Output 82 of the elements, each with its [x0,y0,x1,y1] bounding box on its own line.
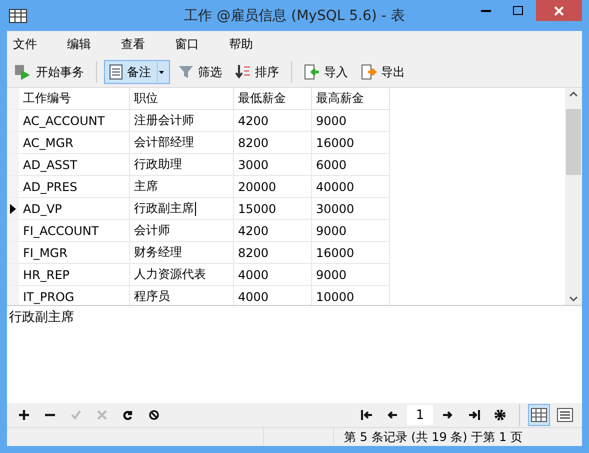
refresh-icon [123,410,133,420]
chevron-down-icon[interactable] [569,296,578,302]
grid-view-button[interactable] [528,404,550,426]
stop-icon [149,410,159,420]
arrow-left-icon [387,410,397,420]
start-transaction-button[interactable]: 开始事务 [9,60,89,84]
first-page-icon [360,410,372,420]
table-cell: 会计部经理 [130,132,234,154]
maximize-icon [513,6,523,15]
minimize-icon [481,10,491,12]
table-cell: 4000 [234,264,312,286]
database-play-icon [14,64,32,80]
table-icon [9,8,27,22]
table-cell: 主席 [130,176,234,198]
table-cell: FI_MGR [19,242,130,264]
scrollbar-thumb[interactable] [566,108,581,174]
row-header[interactable] [7,198,19,220]
table-cell: 6000 [312,154,390,176]
document-icon [109,64,123,80]
table-cell: 财务经理 [130,242,234,264]
filter-button[interactable]: 筛选 [173,60,227,84]
table-cell: 9000 [312,110,390,132]
table-cell: HR_REP [19,264,130,286]
menu-item[interactable]: 编辑 [67,36,91,52]
table-cell: FI_ACCOUNT [19,220,130,242]
menu-item[interactable]: 查看 [121,36,145,52]
table-cell: 9000 [312,264,390,286]
table-cell: 16000 [312,242,390,264]
import-icon [304,64,320,80]
scrollbar[interactable] [565,88,582,305]
last-page-icon [468,410,480,420]
form-list-icon [557,408,573,422]
table-cell: 行政副主席 [130,198,234,220]
sort-button[interactable]: 排序 [230,60,284,84]
page-field[interactable]: 1 [407,405,433,425]
table-cell: 15000 [234,198,312,220]
export-button[interactable]: 导出 [356,60,410,84]
table-cell: 16000 [312,132,390,154]
filter-icon [178,64,194,80]
cross-icon [97,410,107,420]
table-cell: 人力资源代表 [130,264,234,286]
export-icon [361,64,377,80]
import-button[interactable]: 导入 [299,60,353,84]
window-title: 工作 @雇员信息 (MySQL 5.6) - 表 [183,6,406,24]
close-icon [554,6,564,16]
column-header[interactable]: 职位 [130,88,234,110]
column-header[interactable]: 最高薪金 [312,88,390,110]
status-text: 第 5 条记录 (共 19 条) 于第 1 页 [343,429,522,445]
menu-item[interactable]: 帮助 [229,36,253,52]
table-cell: AD_PRES [19,176,130,198]
caret-icon [157,62,165,82]
grid-icon [531,408,547,422]
table-cell: AC_ACCOUNT [19,110,130,132]
table-cell: 注册会计师 [130,110,234,132]
table-cell: 4200 [234,110,312,132]
memo-button[interactable]: 备注 [104,60,170,84]
table-cell: 4200 [234,220,312,242]
table-cell: 30000 [312,198,390,220]
memo-field[interactable]: 行政副主席 [7,305,582,403]
sort-icon [235,64,251,80]
table-cell: 3000 [234,154,312,176]
row-pointer-icon [10,204,16,214]
menu-item[interactable]: 文件 [13,36,37,52]
table-cell: 40000 [312,176,390,198]
check-icon [71,410,81,420]
column-header[interactable]: 最低薪金 [234,88,312,110]
menu-item[interactable]: 窗口 [175,36,199,52]
column-header[interactable]: 工作编号 [19,88,130,110]
table-cell: AC_MGR [19,132,130,154]
table-cell: 9000 [312,220,390,242]
chevron-up-icon[interactable] [569,91,578,97]
gear-icon [494,409,506,421]
table-cell: 8200 [234,132,312,154]
table-cell: AD_ASST [19,154,130,176]
plus-icon [19,410,29,420]
table-cell: 会计师 [130,220,234,242]
arrow-right-icon [443,410,453,420]
table-cell: 8200 [234,242,312,264]
table-cell: AD_VP [19,198,130,220]
close-button[interactable] [536,0,582,21]
table-cell: 行政助理 [130,154,234,176]
table-cell: 20000 [234,176,312,198]
